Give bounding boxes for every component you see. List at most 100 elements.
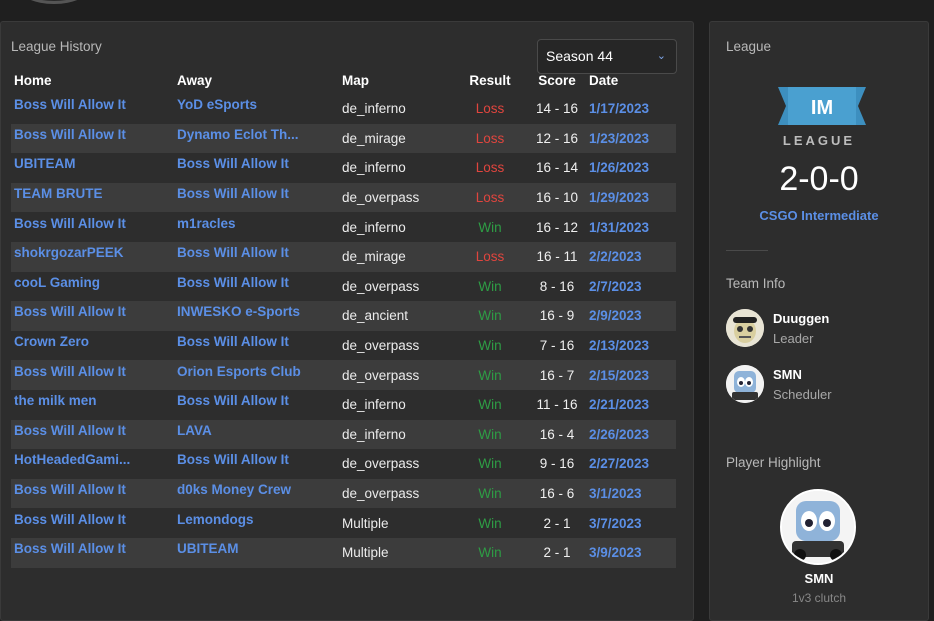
home-team-cell: the milk men — [11, 390, 177, 420]
away-team-link[interactable]: Boss Will Allow It — [177, 334, 289, 349]
match-date-link[interactable]: 2/2/2023 — [589, 249, 642, 264]
home-team-link[interactable]: TEAM BRUTE — [14, 186, 103, 201]
away-team-cell: Boss Will Allow It — [177, 390, 342, 420]
home-team-link[interactable]: HotHeadedGami... — [14, 452, 130, 467]
map-cell: de_mirage — [342, 130, 406, 146]
map-cell: de_inferno — [342, 426, 406, 442]
league-history-table: Home Away Map Result Score Date Boss Wil… — [11, 72, 676, 568]
match-date-link[interactable]: 3/9/2023 — [589, 545, 642, 560]
player-highlight-name[interactable]: SMN — [709, 571, 929, 586]
match-date-link[interactable]: 1/29/2023 — [589, 190, 649, 205]
away-team-link[interactable]: Boss Will Allow It — [177, 393, 289, 408]
away-team-cell: Boss Will Allow It — [177, 449, 342, 479]
home-team-link[interactable]: the milk men — [14, 393, 97, 408]
match-date-link[interactable]: 3/1/2023 — [589, 486, 642, 501]
team-member-role: Leader — [773, 331, 814, 346]
team-member-0[interactable]: Duuggen Leader — [726, 309, 916, 349]
home-team-link[interactable]: shokrgozarPEEK — [14, 245, 124, 260]
match-date-link[interactable]: 2/15/2023 — [589, 368, 649, 383]
away-team-link[interactable]: Lemondogs — [177, 512, 254, 527]
away-team-cell: m1racles — [177, 212, 342, 242]
date-cell: 2/15/2023 — [589, 360, 676, 390]
result-cell: Win — [478, 545, 502, 561]
map-cell: de_overpass — [342, 278, 420, 294]
away-team-link[interactable]: Orion Esports Club — [177, 364, 301, 379]
table-row: Boss Will Allow It d0ks Money Crew de_over… — [11, 478, 676, 509]
away-team-cell: Boss Will Allow It — [177, 183, 342, 213]
home-team-link[interactable]: UBITEAM — [14, 156, 76, 171]
away-team-cell: Boss Will Allow It — [177, 331, 342, 361]
away-team-link[interactable]: INWESKO e-Sports — [177, 304, 300, 319]
home-team-cell: Boss Will Allow It — [11, 479, 177, 509]
table-row: Boss Will Allow It YoD eSports de_inferno L… — [11, 94, 676, 124]
home-team-cell: Boss Will Allow It — [11, 301, 177, 331]
player-highlight-title: Player Highlight — [726, 455, 821, 470]
away-team-cell: LAVA — [177, 420, 342, 450]
result-cell: Win — [478, 426, 502, 442]
away-team-link[interactable]: LAVA — [177, 423, 212, 438]
match-date-link[interactable]: 2/13/2023 — [589, 338, 649, 353]
team-member-1[interactable]: SMN Scheduler — [726, 365, 916, 405]
home-team-link[interactable]: Boss Will Allow It — [14, 482, 126, 497]
result-cell: Loss — [475, 190, 505, 206]
date-cell: 3/9/2023 — [589, 538, 676, 568]
table-row: the milk men Boss Will Allow It de_inferno… — [11, 390, 676, 420]
home-team-cell: shokrgozarPEEK — [11, 242, 177, 272]
match-date-link[interactable]: 2/9/2023 — [589, 308, 642, 323]
match-date-link[interactable]: 1/17/2023 — [589, 101, 649, 116]
table-row: Boss Will Allow It UBITEAM Multiple Win 2 - … — [11, 537, 676, 568]
away-team-link[interactable]: d0ks Money Crew — [177, 482, 291, 497]
match-date-link[interactable]: 2/26/2023 — [589, 427, 649, 442]
season-select[interactable]: Season 44 ⌄ — [537, 39, 677, 74]
date-cell: 2/9/2023 — [589, 301, 676, 331]
away-team-link[interactable]: Boss Will Allow It — [177, 275, 289, 290]
match-date-link[interactable]: 2/7/2023 — [589, 279, 642, 294]
match-date-link[interactable]: 1/26/2023 — [589, 160, 649, 175]
score-cell: 16 - 10 — [535, 190, 579, 206]
away-team-link[interactable]: YoD eSports — [177, 97, 257, 112]
home-team-link[interactable]: Boss Will Allow It — [14, 216, 126, 231]
home-team-link[interactable]: Boss Will Allow It — [14, 512, 126, 527]
result-cell: Loss — [475, 130, 505, 146]
result-cell: Win — [478, 308, 502, 324]
home-team-link[interactable]: Boss Will Allow It — [14, 541, 126, 556]
away-team-link[interactable]: Boss Will Allow It — [177, 186, 289, 201]
away-team-cell: YoD eSports — [177, 94, 342, 124]
table-row: cooL Gaming Boss Will Allow It de_overpass… — [11, 272, 676, 302]
player-highlight-avatar[interactable] — [780, 489, 856, 565]
table-row: HotHeadedGami... Boss Will Allow It de_ove… — [11, 449, 676, 479]
date-cell: 3/7/2023 — [589, 508, 676, 538]
home-team-link[interactable]: Boss Will Allow It — [14, 304, 126, 319]
divider — [726, 250, 768, 251]
away-team-cell: Dynamo Eclot Th... — [177, 124, 342, 154]
league-logo: IM — [778, 87, 866, 125]
away-team-cell: d0ks Money Crew — [177, 479, 342, 509]
home-team-link[interactable]: Crown Zero — [14, 334, 89, 349]
match-date-link[interactable]: 1/23/2023 — [589, 131, 649, 146]
away-team-link[interactable]: Dynamo Eclot Th... — [177, 127, 299, 142]
date-cell: 3/1/2023 — [589, 479, 676, 509]
away-team-cell: Boss Will Allow It — [177, 272, 342, 302]
home-team-link[interactable]: Boss Will Allow It — [14, 423, 126, 438]
date-cell: 2/27/2023 — [589, 449, 676, 479]
match-date-link[interactable]: 3/7/2023 — [589, 516, 642, 531]
away-team-link[interactable]: Boss Will Allow It — [177, 452, 289, 467]
column-header-score: Score — [538, 72, 576, 88]
away-team-link[interactable]: Boss Will Allow It — [177, 245, 289, 260]
league-logo-word: LEAGUE — [782, 133, 856, 148]
home-team-cell: Boss Will Allow It — [11, 420, 177, 450]
home-team-link[interactable]: Boss Will Allow It — [14, 364, 126, 379]
match-date-link[interactable]: 2/21/2023 — [589, 397, 649, 412]
away-team-link[interactable]: m1racles — [177, 216, 236, 231]
home-team-link[interactable]: Boss Will Allow It — [14, 127, 126, 142]
away-team-link[interactable]: UBITEAM — [177, 541, 239, 556]
home-team-link[interactable]: Boss Will Allow It — [14, 97, 126, 112]
home-team-link[interactable]: cooL Gaming — [14, 275, 100, 290]
league-name-link[interactable]: CSGO Intermediate — [709, 208, 929, 223]
away-team-link[interactable]: Boss Will Allow It — [177, 156, 289, 171]
match-date-link[interactable]: 2/27/2023 — [589, 456, 649, 471]
date-cell: 2/21/2023 — [589, 390, 676, 420]
date-cell: 2/7/2023 — [589, 272, 676, 302]
match-date-link[interactable]: 1/31/2023 — [589, 220, 649, 235]
score-cell: 16 - 14 — [535, 160, 579, 176]
